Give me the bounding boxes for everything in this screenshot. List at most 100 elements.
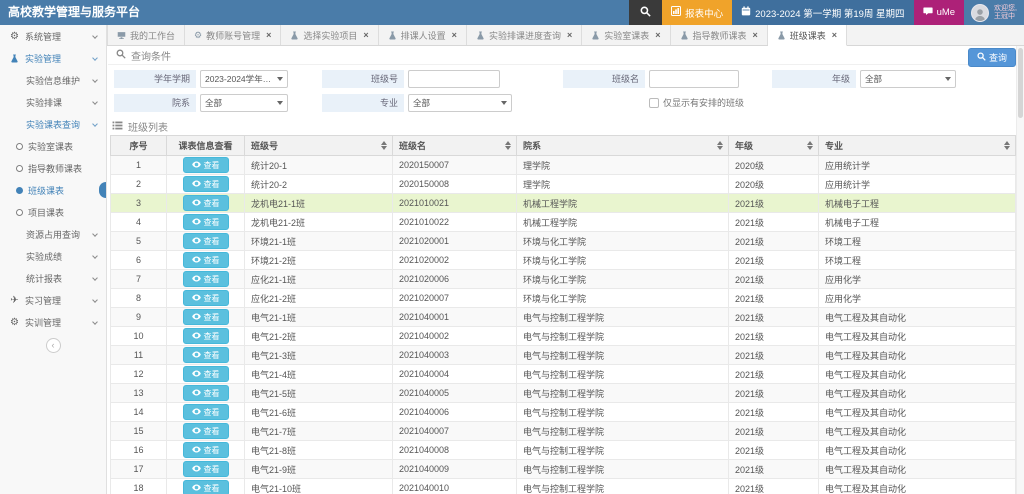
eye-icon	[192, 408, 201, 417]
sort-icon[interactable]	[381, 141, 387, 150]
sidebar-item-实训管理[interactable]: ⚙实训管理	[0, 311, 106, 333]
user-menu[interactable]: 欢迎您, 王冠中	[964, 0, 1024, 25]
view-timetable-button[interactable]: 查看	[183, 366, 229, 382]
class-name-input[interactable]	[649, 70, 739, 88]
tab-排课人设置[interactable]: 排课人设置×	[379, 25, 467, 45]
view-button-cell: 查看	[167, 365, 245, 384]
sidebar-collapse-button[interactable]: ‹	[46, 338, 61, 353]
tab-close-icon[interactable]: ×	[832, 30, 837, 40]
view-button-cell: 查看	[167, 156, 245, 175]
view-timetable-button[interactable]: 查看	[183, 157, 229, 173]
view-timetable-button[interactable]: 查看	[183, 271, 229, 287]
view-timetable-button[interactable]: 查看	[183, 404, 229, 420]
sort-icon[interactable]	[1004, 141, 1010, 150]
sort-icon[interactable]	[505, 141, 511, 150]
sidebar-item-实验排课[interactable]: 实验排课	[0, 91, 106, 113]
welcome-text: 欢迎您, 王冠中	[994, 5, 1017, 21]
major-cell: 电气工程及其自动化	[819, 365, 1016, 384]
view-timetable-button[interactable]: 查看	[183, 480, 229, 494]
semester-select[interactable]: 2023-2024学年第二学..	[200, 70, 288, 88]
class-no-cell: 龙机电21-2班	[245, 213, 393, 232]
sidebar-item-指导教师课表[interactable]: 指导教师课表	[0, 157, 106, 179]
view-timetable-button[interactable]: 查看	[183, 214, 229, 230]
tab-指导教师课表[interactable]: 指导教师课表×	[671, 25, 768, 45]
sort-icon[interactable]	[807, 141, 813, 150]
view-timetable-button[interactable]: 查看	[183, 328, 229, 344]
dept-cell: 电气与控制工程学院	[517, 346, 729, 365]
view-timetable-button[interactable]: 查看	[183, 252, 229, 268]
tab-实验室课表[interactable]: 实验室课表×	[582, 25, 670, 45]
view-timetable-button[interactable]: 查看	[183, 195, 229, 211]
flask-icon	[388, 31, 397, 40]
dept-cell: 环境与化工学院	[517, 270, 729, 289]
sidebar-item-实验管理[interactable]: 实验管理	[0, 47, 106, 69]
view-timetable-button[interactable]: 查看	[183, 347, 229, 363]
view-timetable-button[interactable]: 查看	[183, 233, 229, 249]
tab-close-icon[interactable]: ×	[753, 30, 758, 40]
dept-cell: 环境与化工学院	[517, 251, 729, 270]
class-no-cell: 龙机电21-1班	[245, 194, 393, 213]
sidebar-item-系统管理[interactable]: ⚙系统管理	[0, 25, 106, 47]
tab-close-icon[interactable]: ×	[452, 30, 457, 40]
tab-实验排课进度查询[interactable]: 实验排课进度查询×	[467, 25, 582, 45]
column-header-班级名[interactable]: 班级名	[393, 136, 517, 156]
grade-select[interactable]: 全部	[860, 70, 956, 88]
view-button-cell: 查看	[167, 327, 245, 346]
column-header-专业[interactable]: 专业	[819, 136, 1016, 156]
dept-select[interactable]: 全部	[200, 94, 288, 112]
main-content: 查询条件 查询 学年学期 2023-2024学年第二学.. 班级号 班级名 年级…	[108, 46, 1024, 494]
class-no-input[interactable]	[408, 70, 500, 88]
view-timetable-button[interactable]: 查看	[183, 385, 229, 401]
eye-icon	[192, 218, 201, 227]
sidebar-item-实习管理[interactable]: ✈实习管理	[0, 289, 106, 311]
list-section-title: 班级列表	[128, 119, 168, 134]
sidebar-item-label: 系统管理	[25, 30, 61, 43]
tab-班级课表[interactable]: 班级课表×	[768, 25, 847, 46]
view-button-cell: 查看	[167, 270, 245, 289]
view-timetable-button[interactable]: 查看	[183, 176, 229, 192]
sidebar-item-班级课表[interactable]: 班级课表	[0, 179, 106, 201]
column-header-班级号[interactable]: 班级号	[245, 136, 393, 156]
sidebar-item-实验成绩[interactable]: 实验成绩	[0, 245, 106, 267]
view-timetable-button[interactable]: 查看	[183, 309, 229, 325]
sidebar-item-实验信息维护[interactable]: 实验信息维护	[0, 69, 106, 91]
sidebar-item-项目课表[interactable]: 项目课表	[0, 201, 106, 223]
sidebar-item-实验室课表[interactable]: 实验室课表	[0, 135, 106, 157]
tab-close-icon[interactable]: ×	[363, 30, 368, 40]
tab-close-icon[interactable]: ×	[655, 30, 660, 40]
report-center-button[interactable]: 报表中心	[662, 0, 732, 25]
eye-icon	[192, 427, 201, 436]
query-section-header: 查询条件 查询	[108, 46, 1024, 65]
column-header-年级[interactable]: 年级	[729, 136, 819, 156]
view-timetable-button[interactable]: 查看	[183, 423, 229, 439]
semester-label: 2023-2024 第一学期 第19周 星期四	[755, 6, 904, 20]
view-timetable-button[interactable]: 查看	[183, 442, 229, 458]
vertical-scrollbar[interactable]	[1016, 46, 1024, 494]
grade-cell: 2021级	[729, 479, 819, 494]
sidebar-item-资源占用查询[interactable]: 资源占用查询	[0, 223, 106, 245]
dept-cell: 机械工程学院	[517, 213, 729, 232]
sidebar-item-统计报表[interactable]: 统计报表	[0, 267, 106, 289]
major-select[interactable]: 全部	[408, 94, 512, 112]
global-search-button[interactable]	[629, 0, 662, 25]
scrollbar-thumb[interactable]	[1018, 48, 1023, 118]
eye-icon	[192, 294, 201, 303]
only-scheduled-checkbox[interactable]: 仅显示有安排的班级	[649, 96, 744, 109]
view-timetable-button[interactable]: 查看	[183, 461, 229, 477]
ume-chat-button[interactable]: uMe	[914, 0, 964, 25]
tab-close-icon[interactable]: ×	[567, 30, 572, 40]
column-header-label: 课表信息查看	[178, 141, 232, 151]
view-timetable-button[interactable]: 查看	[183, 290, 229, 306]
chat-icon	[923, 7, 933, 19]
table-row: 15查看电气21-7班2021040007电气与控制工程学院2021级电气工程及…	[111, 422, 1016, 441]
tab-close-icon[interactable]: ×	[266, 30, 271, 40]
sort-icon[interactable]	[717, 141, 723, 150]
column-header-院系[interactable]: 院系	[517, 136, 729, 156]
tab-我的工作台[interactable]: 我的工作台	[107, 25, 185, 45]
sidebar-item-实验课表查询[interactable]: 实验课表查询	[0, 113, 106, 135]
tab-教师账号管理[interactable]: ⚙教师账号管理×	[185, 25, 281, 45]
view-button-label: 查看	[204, 426, 220, 437]
tab-选择实验项目[interactable]: 选择实验项目×	[281, 25, 378, 45]
table-row: 3查看龙机电21-1班2021010021机械工程学院2021级机械电子工程	[111, 194, 1016, 213]
eye-icon	[192, 465, 201, 474]
